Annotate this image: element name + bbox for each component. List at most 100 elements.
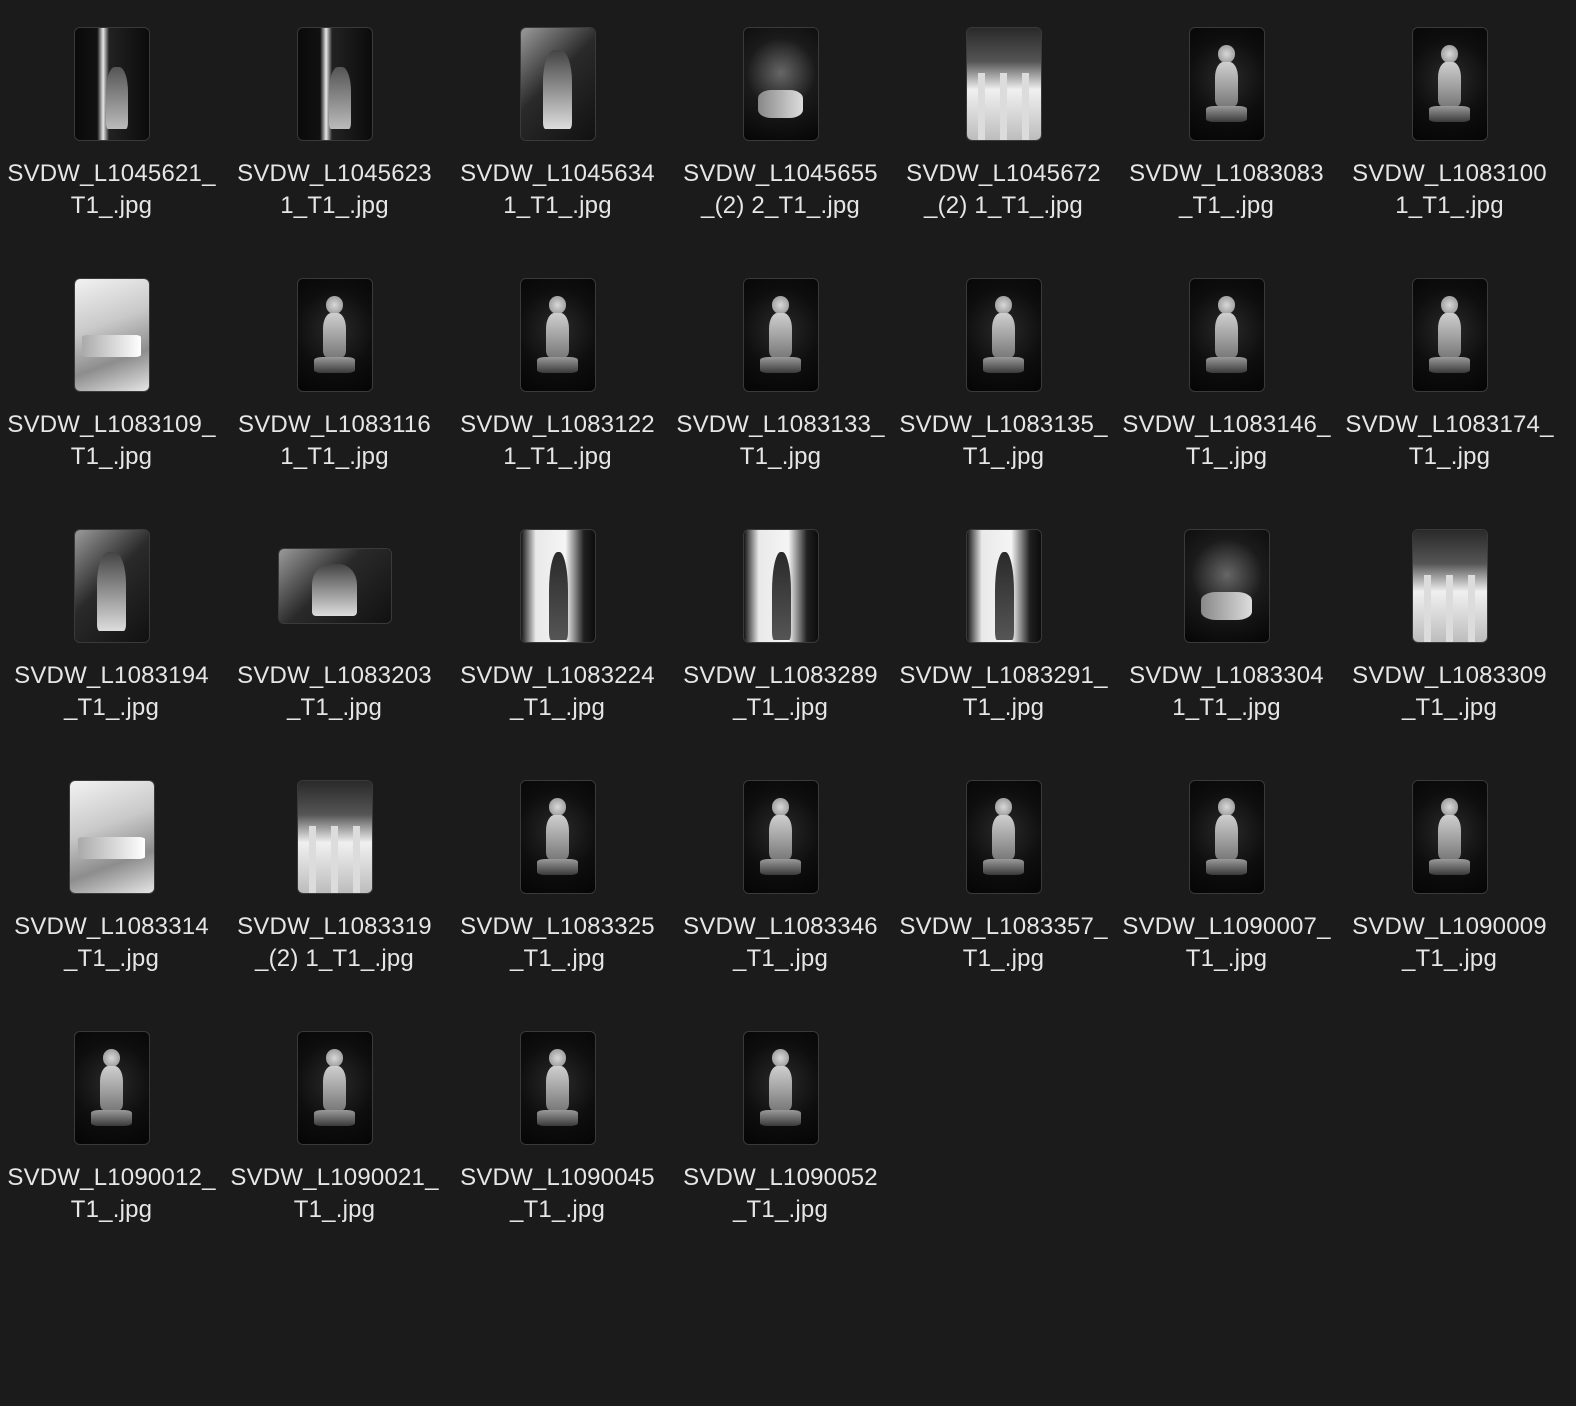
file-item[interactable]: SVDW_L1083319 _(2) 1_T1_.jpg xyxy=(223,753,446,1004)
image-thumbnail[interactable] xyxy=(74,1032,149,1144)
file-item[interactable]: SVDW_L1083194 _T1_.jpg xyxy=(0,502,223,753)
file-item[interactable]: SVDW_L1083314 _T1_.jpg xyxy=(0,753,223,1004)
file-item[interactable]: SVDW_L1090045 _T1_.jpg xyxy=(446,1004,669,1255)
file-item[interactable]: SVDW_L1090021_ T1_.jpg xyxy=(223,1004,446,1255)
file-name-label[interactable]: SVDW_L1083357_ T1_.jpg xyxy=(892,911,1115,975)
thumbnail-shape xyxy=(77,837,146,860)
file-name-label[interactable]: SVDW_L1045621_ T1_.jpg xyxy=(0,158,223,222)
file-item[interactable]: SVDW_L1083083 _T1_.jpg xyxy=(1115,0,1338,251)
thumbnail-slot xyxy=(0,530,223,642)
file-name-label[interactable]: SVDW_L1083325 _T1_.jpg xyxy=(446,911,669,975)
image-thumbnail[interactable] xyxy=(1184,530,1269,642)
image-thumbnail[interactable] xyxy=(278,549,391,623)
image-thumbnail[interactable] xyxy=(1189,28,1264,140)
file-name-label[interactable]: SVDW_L1083289 _T1_.jpg xyxy=(669,660,892,724)
file-item[interactable]: SVDW_L1083133_ T1_.jpg xyxy=(669,251,892,502)
file-item[interactable]: SVDW_L1083224 _T1_.jpg xyxy=(446,502,669,753)
file-name-label[interactable]: SVDW_L1045634 1_T1_.jpg xyxy=(446,158,669,222)
file-item[interactable]: SVDW_L1090009 _T1_.jpg xyxy=(1338,753,1561,1004)
file-name-label[interactable]: SVDW_L1083116 1_T1_.jpg xyxy=(223,409,446,473)
image-thumbnail[interactable] xyxy=(520,530,595,642)
image-thumbnail[interactable] xyxy=(966,530,1041,642)
file-item[interactable]: SVDW_L1045672 _(2) 1_T1_.jpg xyxy=(892,0,1115,251)
image-thumbnail[interactable] xyxy=(1189,781,1264,893)
image-thumbnail[interactable] xyxy=(743,279,818,391)
image-thumbnail[interactable] xyxy=(1189,279,1264,391)
file-name-label[interactable]: SVDW_L1083133_ T1_.jpg xyxy=(669,409,892,473)
file-item[interactable]: SVDW_L1083304 1_T1_.jpg xyxy=(1115,502,1338,753)
image-thumbnail[interactable] xyxy=(69,781,154,893)
file-item[interactable]: SVDW_L1045623 1_T1_.jpg xyxy=(223,0,446,251)
file-name-label[interactable]: SVDW_L1083224 _T1_.jpg xyxy=(446,660,669,724)
file-item[interactable]: SVDW_L1090007_ T1_.jpg xyxy=(1115,753,1338,1004)
file-name-label[interactable]: SVDW_L1083314 _T1_.jpg xyxy=(0,911,223,975)
image-thumbnail[interactable] xyxy=(966,28,1041,140)
image-thumbnail[interactable] xyxy=(966,279,1041,391)
file-name-label[interactable]: SVDW_L1083346 _T1_.jpg xyxy=(669,911,892,975)
file-name-label[interactable]: SVDW_L1045655 _(2) 2_T1_.jpg xyxy=(669,158,892,222)
image-thumbnail[interactable] xyxy=(743,781,818,893)
image-thumbnail[interactable] xyxy=(1412,28,1487,140)
image-thumbnail[interactable] xyxy=(1412,530,1487,642)
image-thumbnail[interactable] xyxy=(74,28,149,140)
thumbnail-shape xyxy=(1428,357,1471,374)
image-thumbnail[interactable] xyxy=(1412,279,1487,391)
file-name-label[interactable]: SVDW_L1083319 _(2) 1_T1_.jpg xyxy=(223,911,446,975)
file-item[interactable]: SVDW_L1045655 _(2) 2_T1_.jpg xyxy=(669,0,892,251)
file-name-label[interactable]: SVDW_L1083291_ T1_.jpg xyxy=(892,660,1115,724)
file-name-label[interactable]: SVDW_L1083146_ T1_.jpg xyxy=(1115,409,1338,473)
image-thumbnail[interactable] xyxy=(743,530,818,642)
file-item[interactable]: SVDW_L1083309 _T1_.jpg xyxy=(1338,502,1561,753)
image-thumbnail[interactable] xyxy=(297,781,372,893)
file-item[interactable]: SVDW_L1083109_ T1_.jpg xyxy=(0,251,223,502)
file-item[interactable]: SVDW_L1083122 1_T1_.jpg xyxy=(446,251,669,502)
image-thumbnail[interactable] xyxy=(74,530,149,642)
image-thumbnail[interactable] xyxy=(297,1032,372,1144)
file-item[interactable]: SVDW_L1045621_ T1_.jpg xyxy=(0,0,223,251)
file-name-label[interactable]: SVDW_L1083309 _T1_.jpg xyxy=(1338,660,1561,724)
file-name-label[interactable]: SVDW_L1083304 1_T1_.jpg xyxy=(1115,660,1338,724)
file-item[interactable]: SVDW_L1083135_ T1_.jpg xyxy=(892,251,1115,502)
image-thumbnail[interactable] xyxy=(520,1032,595,1144)
file-name-label[interactable]: SVDW_L1090007_ T1_.jpg xyxy=(1115,911,1338,975)
file-name-label[interactable]: SVDW_L1090045 _T1_.jpg xyxy=(446,1162,669,1226)
file-name-label[interactable]: SVDW_L1083100 1_T1_.jpg xyxy=(1338,158,1561,222)
file-name-label[interactable]: SVDW_L1083203 _T1_.jpg xyxy=(223,660,446,724)
file-item[interactable]: SVDW_L1083146_ T1_.jpg xyxy=(1115,251,1338,502)
file-item[interactable]: SVDW_L1045634 1_T1_.jpg xyxy=(446,0,669,251)
file-item[interactable]: SVDW_L1083203 _T1_.jpg xyxy=(223,502,446,753)
image-thumbnail[interactable] xyxy=(297,28,372,140)
image-thumbnail[interactable] xyxy=(743,28,818,140)
file-name-label[interactable]: SVDW_L1090009 _T1_.jpg xyxy=(1338,911,1561,975)
image-thumbnail[interactable] xyxy=(520,781,595,893)
file-item[interactable]: SVDW_L1083174_ T1_.jpg xyxy=(1338,251,1561,502)
file-name-label[interactable]: SVDW_L1083174_ T1_.jpg xyxy=(1338,409,1561,473)
file-name-label[interactable]: SVDW_L1090012_ T1_.jpg xyxy=(0,1162,223,1226)
file-name-label[interactable]: SVDW_L1083194 _T1_.jpg xyxy=(0,660,223,724)
image-thumbnail[interactable] xyxy=(520,279,595,391)
file-name-label[interactable]: SVDW_L1083083 _T1_.jpg xyxy=(1115,158,1338,222)
file-item[interactable]: SVDW_L1090012_ T1_.jpg xyxy=(0,1004,223,1255)
file-item[interactable]: SVDW_L1083289 _T1_.jpg xyxy=(669,502,892,753)
file-item[interactable]: SVDW_L1083325 _T1_.jpg xyxy=(446,753,669,1004)
file-name-label[interactable]: SVDW_L1083109_ T1_.jpg xyxy=(0,409,223,473)
file-name-label[interactable]: SVDW_L1083135_ T1_.jpg xyxy=(892,409,1115,473)
file-item[interactable]: SVDW_L1083116 1_T1_.jpg xyxy=(223,251,446,502)
file-item[interactable]: SVDW_L1083346 _T1_.jpg xyxy=(669,753,892,1004)
file-name-label[interactable]: SVDW_L1045672 _(2) 1_T1_.jpg xyxy=(892,158,1115,222)
file-item[interactable]: SVDW_L1083291_ T1_.jpg xyxy=(892,502,1115,753)
file-name-label[interactable]: SVDW_L1045623 1_T1_.jpg xyxy=(223,158,446,222)
file-name-label[interactable]: SVDW_L1090021_ T1_.jpg xyxy=(223,1162,446,1226)
file-item[interactable]: SVDW_L1083357_ T1_.jpg xyxy=(892,753,1115,1004)
file-name-label[interactable]: SVDW_L1083122 1_T1_.jpg xyxy=(446,409,669,473)
file-item[interactable]: SVDW_L1083100 1_T1_.jpg xyxy=(1338,0,1561,251)
image-thumbnail[interactable] xyxy=(520,28,595,140)
file-name-label[interactable]: SVDW_L1090052 _T1_.jpg xyxy=(669,1162,892,1226)
image-thumbnail[interactable] xyxy=(74,279,149,391)
image-thumbnail[interactable] xyxy=(1412,781,1487,893)
thumbnail-shape xyxy=(991,312,1016,358)
image-thumbnail[interactable] xyxy=(966,781,1041,893)
file-item[interactable]: SVDW_L1090052 _T1_.jpg xyxy=(669,1004,892,1255)
image-thumbnail[interactable] xyxy=(297,279,372,391)
image-thumbnail[interactable] xyxy=(743,1032,818,1144)
